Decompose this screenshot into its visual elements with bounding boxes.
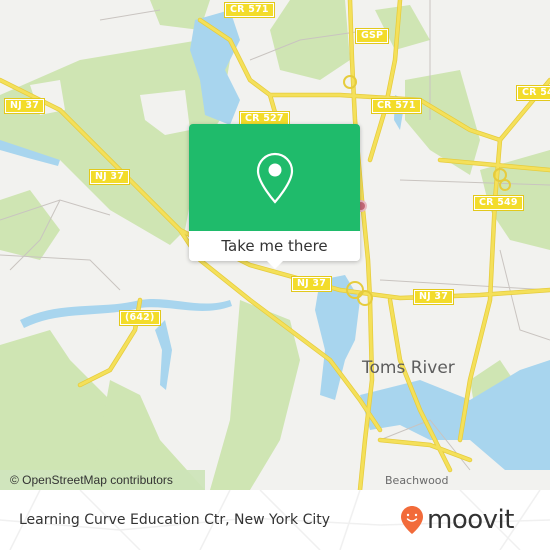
route-shield-cr642: (642) — [119, 310, 161, 326]
footer-bar: Learning Curve Education Ctr, New York C… — [0, 490, 550, 550]
route-shield-nj37: NJ 37 — [290, 276, 333, 292]
moovit-wordmark: moovit — [427, 505, 514, 535]
route-shield-gsp: GSP — [354, 28, 390, 44]
map-view[interactable]: CR 571 GSP CR 571 CR 54 CR 527 NJ 37 NJ … — [0, 0, 550, 490]
route-shield-nj37: NJ 37 — [412, 289, 455, 305]
place-label-toms-river: Toms River — [362, 358, 455, 378]
route-shield-cr54: CR 54 — [516, 85, 550, 101]
popup-pointer — [267, 261, 283, 269]
map-pin-icon — [256, 152, 293, 204]
popup-header — [189, 124, 360, 231]
moovit-pin-icon — [401, 506, 423, 534]
route-shield-cr571: CR 571 — [371, 98, 422, 114]
place-label-beachwood: Beachwood — [385, 474, 449, 487]
take-me-there-button[interactable]: Take me there — [189, 231, 360, 261]
route-shield-cr549: CR 549 — [473, 195, 524, 211]
map-attribution[interactable]: © OpenStreetMap contributors — [0, 470, 205, 490]
place-title: Learning Curve Education Ctr, New York C… — [19, 512, 331, 528]
route-shield-nj37: NJ 37 — [3, 98, 46, 114]
moovit-logo[interactable]: moovit — [400, 504, 514, 536]
route-shield-nj37: NJ 37 — [88, 169, 131, 185]
route-shield-cr571: CR 571 — [224, 2, 275, 18]
location-popup: Take me there — [189, 124, 360, 269]
